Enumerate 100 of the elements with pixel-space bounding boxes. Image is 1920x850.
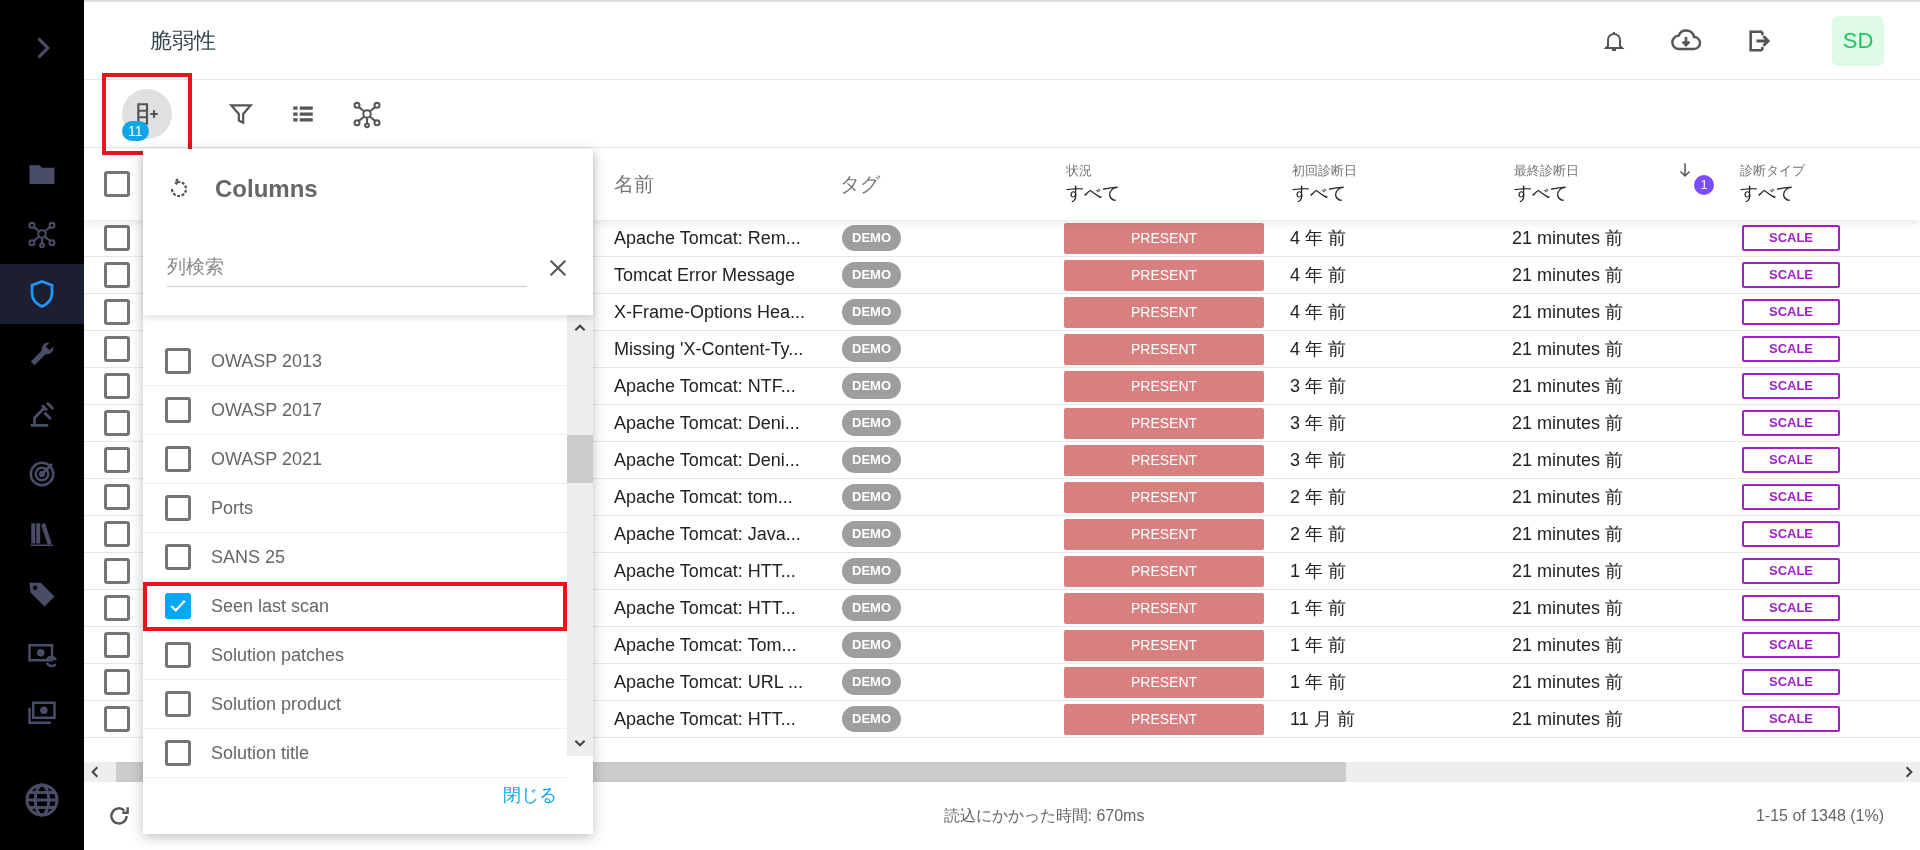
row-checkbox[interactable] (104, 595, 130, 621)
sidebar-item[interactable] (0, 264, 84, 324)
column-option[interactable]: Ports (143, 484, 567, 533)
pagination-text: 1-15 of 1348 (1%) (1755, 806, 1884, 826)
scan-type-label: SCALE (1742, 299, 1840, 325)
first-seen: 11 月 前 (1289, 707, 1356, 731)
tag-chip: DEMO (842, 336, 901, 362)
column-checkbox[interactable] (165, 544, 191, 570)
column-option[interactable]: Seen last scan (143, 582, 567, 631)
column-checkbox[interactable] (165, 348, 191, 374)
column-header[interactable]: タグ (840, 169, 1052, 199)
vulnerability-name[interactable]: Apache Tomcat: Deni... (600, 409, 826, 437)
globe-icon[interactable] (24, 782, 60, 818)
tag-chip: DEMO (842, 447, 901, 473)
select-all-checkbox[interactable] (104, 171, 130, 197)
row-checkbox[interactable] (104, 225, 130, 251)
tag-chip: DEMO (842, 299, 901, 325)
first-seen: 2 年 前 (1289, 522, 1347, 546)
status-label: PRESENT (1064, 259, 1264, 291)
vulnerability-name[interactable]: Apache Tomcat: Rem... (600, 224, 826, 252)
tag-chip: DEMO (842, 669, 901, 695)
last-seen: 21 minutes 前 (1511, 707, 1625, 731)
tag-chip: DEMO (842, 484, 901, 510)
checkmark-icon (169, 597, 187, 615)
status-label: PRESENT (1064, 296, 1264, 328)
column-option[interactable]: OWASP 2021 (143, 435, 567, 484)
vulnerability-name[interactable]: Tomcat Error Message (600, 261, 826, 289)
row-checkbox[interactable] (104, 447, 130, 473)
row-checkbox[interactable] (104, 632, 130, 658)
last-seen: 21 minutes 前 (1511, 633, 1625, 657)
column-option[interactable]: Solution product (143, 680, 567, 729)
vulnerability-name[interactable]: Apache Tomcat: Java... (600, 520, 826, 548)
column-checkbox[interactable] (165, 446, 191, 472)
tag-chip: DEMO (842, 632, 901, 658)
last-seen: 21 minutes 前 (1511, 263, 1625, 287)
first-seen: 3 年 前 (1289, 448, 1347, 472)
row-checkbox[interactable] (104, 336, 130, 362)
row-checkbox[interactable] (104, 299, 130, 325)
tag-chip: DEMO (842, 410, 901, 436)
first-seen: 2 年 前 (1289, 485, 1347, 509)
row-checkbox[interactable] (104, 521, 130, 547)
status-label: PRESENT (1064, 444, 1264, 476)
first-seen: 3 年 前 (1289, 411, 1347, 435)
column-option[interactable]: OWASP 2013 (143, 337, 567, 386)
column-filter[interactable]: すべて (1292, 180, 1346, 208)
scan-type-label: SCALE (1742, 262, 1840, 288)
status-label: PRESENT (1064, 333, 1264, 365)
column-header[interactable]: 診断タイプ (1740, 160, 1920, 181)
vulnerability-name[interactable]: Apache Tomcat: Deni... (600, 446, 826, 474)
column-filter[interactable]: すべて (1066, 180, 1120, 208)
vulnerability-name[interactable]: Apache Tomcat: HTT... (600, 557, 826, 585)
row-checkbox[interactable] (104, 373, 130, 399)
scan-type-label: SCALE (1742, 447, 1840, 473)
column-checkbox[interactable] (165, 740, 191, 766)
first-seen: 3 年 前 (1289, 374, 1347, 398)
tag-chip: DEMO (842, 521, 901, 547)
column-option[interactable]: Solution title (143, 729, 567, 778)
status-label: PRESENT (1064, 666, 1264, 698)
column-filter[interactable]: すべて (1514, 180, 1568, 208)
network-icon (27, 219, 57, 249)
vertical-scrollbar[interactable] (567, 315, 593, 756)
column-option[interactable]: Solution patches (143, 631, 567, 680)
scan-type-label: SCALE (1742, 410, 1840, 436)
column-checkbox[interactable] (165, 495, 191, 521)
column-option[interactable]: OWASP 2017 (143, 386, 567, 435)
column-checkbox[interactable] (165, 397, 191, 423)
row-checkbox[interactable] (104, 410, 130, 436)
vulnerability-name[interactable]: Missing 'X-Content-Ty... (600, 335, 826, 363)
row-checkbox[interactable] (104, 262, 130, 288)
last-seen: 21 minutes 前 (1511, 411, 1625, 435)
row-checkbox[interactable] (104, 558, 130, 584)
vulnerability-name[interactable]: Apache Tomcat: HTT... (600, 705, 826, 733)
status-label: PRESENT (1064, 555, 1264, 587)
row-checkbox[interactable] (104, 484, 130, 510)
column-checkbox[interactable] (165, 691, 191, 717)
vulnerability-name[interactable]: Apache Tomcat: URL ... (600, 668, 826, 696)
column-header[interactable]: 初回診断日 (1292, 160, 1500, 181)
column-option[interactable]: SANS 25 (143, 533, 567, 582)
scan-type-label: SCALE (1742, 595, 1840, 621)
row-checkbox[interactable] (104, 669, 130, 695)
vulnerability-name[interactable]: X-Frame-Options Hea... (600, 298, 826, 326)
scrollbar-thumb[interactable] (567, 435, 593, 483)
first-seen: 4 年 前 (1289, 300, 1347, 324)
tag-chip: DEMO (842, 595, 901, 621)
column-header[interactable]: 状況 (1066, 160, 1278, 181)
tag-chip: DEMO (842, 225, 901, 251)
page-title: 脆弱性 (150, 27, 216, 55)
first-seen: 1 年 前 (1289, 670, 1347, 694)
last-seen: 21 minutes 前 (1511, 448, 1625, 472)
column-filter[interactable]: すべて (1740, 180, 1794, 208)
vulnerability-name[interactable]: Apache Tomcat: HTT... (600, 594, 826, 622)
vulnerability-name[interactable]: Apache Tomcat: tom... (600, 483, 826, 511)
tag-chip: DEMO (842, 262, 901, 288)
vulnerability-name[interactable]: Apache Tomcat: Tom... (600, 631, 826, 659)
column-checkbox[interactable] (165, 593, 191, 619)
row-checkbox[interactable] (104, 706, 130, 732)
vulnerability-name[interactable]: Apache Tomcat: NTF... (600, 372, 826, 400)
column-checkbox[interactable] (165, 642, 191, 668)
status-label: PRESENT (1064, 481, 1264, 513)
column-header[interactable]: 名前 (614, 169, 826, 199)
